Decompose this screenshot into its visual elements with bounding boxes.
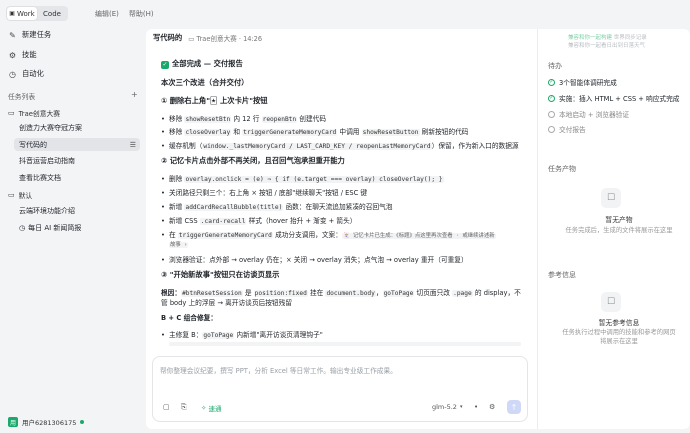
arrow-up-icon: ↑: [510, 402, 518, 412]
menu-edit[interactable]: 编辑(E): [95, 9, 119, 19]
folder-icon: ▭: [8, 109, 15, 117]
summary-heading: 本次三个改进（合并交付）: [161, 78, 249, 87]
paragraph: 管 body 上的浮层 → 离开访谈页后按钮残留: [161, 299, 292, 307]
tab-code[interactable]: Code: [37, 7, 67, 20]
section-1-heading: ① 删除右上角"🃏 上次卡片"按钮: [161, 96, 268, 105]
speed-mode-toggle[interactable]: ✧ 速通: [201, 403, 221, 413]
group-trae[interactable]: ▭ Trae创意大赛: [8, 108, 60, 118]
task-item[interactable]: 查看比赛文档: [19, 171, 137, 184]
task-item[interactable]: 抖音运营启动指南: [19, 154, 137, 167]
task-item[interactable]: 云端环境功能介绍: [19, 204, 137, 217]
settings-icon[interactable]: ⚙: [489, 403, 495, 411]
products-heading: 任务产物: [548, 165, 576, 173]
code-block-edge: [169, 342, 521, 346]
user-profile[interactable]: 用 用户6281306175: [8, 417, 85, 427]
empty-hint: 将展示在这里: [600, 338, 638, 345]
fix-heading: B + C 组合修复：: [161, 314, 218, 322]
add-task-icon[interactable]: +: [131, 90, 138, 99]
model-select[interactable]: glm-5.2 ▾: [432, 403, 462, 411]
status-dot-icon: [80, 420, 85, 424]
send-button[interactable]: ↑: [507, 400, 521, 414]
list-item: 移除 showResetBtn 内 12 行 reopenBtn 创建代码: [161, 113, 326, 123]
breadcrumb[interactable]: ▭ Trae创意大赛 · 14:26: [188, 33, 262, 43]
list-item: 在 triggerGenerateMemoryCard 成功分支调用，文案：🃏 …: [161, 229, 496, 239]
empty-hint: 任务执行过程中调用的技能和参考的网页: [562, 329, 676, 336]
section-2-heading: ② 记忆卡片点击外部不再关闭，且召回气泡承担重开能力: [161, 156, 345, 165]
task-item-active[interactable]: 写代码的 ☰: [14, 138, 140, 151]
todo-item: ✓ 实施：插入 HTML + CSS + 响应式完成: [548, 94, 680, 103]
nav-skills[interactable]: ⚙ 技能: [8, 50, 37, 60]
list-item: 新增 CSS .card-recall 样式（hover 抬升 + 渐变 + 箭…: [161, 215, 356, 225]
todo-item: 本地启动 + 浏览器验证: [548, 109, 629, 119]
todo-heading: 待办: [548, 62, 562, 70]
edit-icon: ✎: [9, 30, 16, 40]
sparkle-icon: ✧: [201, 404, 207, 412]
folder-icon: ▭: [8, 191, 15, 199]
empty-title: 暂无参考信息: [598, 319, 640, 327]
todo-item: ✓ 3个智能体调研完成: [548, 78, 617, 87]
mic-icon[interactable]: •: [474, 403, 478, 411]
group-default[interactable]: ▭ 默认: [8, 190, 32, 200]
message-input[interactable]: 帮你整理会议纪要，撰写 PPT，分析 Excel 等日常工作。输出专业级工作成果…: [160, 365, 397, 375]
list-item: 删除 overlay.onclick = (e) ⇒ { if (e.targe…: [161, 173, 444, 183]
folder-icon: ▭: [188, 35, 197, 43]
canvas-icon[interactable]: ▢: [163, 403, 170, 411]
chevron-down-icon: ▾: [459, 404, 463, 410]
list-item: 移除 closeOverlay 和 triggerGenerateMemoryC…: [161, 126, 468, 136]
page-title: 写代码的 ▭ Trae创意大赛 · 14:26: [153, 33, 263, 43]
circle-icon: [548, 125, 555, 133]
check-circle-icon: ✓: [548, 94, 555, 102]
refs-heading: 参考信息: [548, 271, 576, 279]
list-item: 缓存机制（window._lastMemoryCard / LAST_CARD_…: [161, 140, 519, 150]
nav-new-task[interactable]: ✎ 新建任务: [8, 30, 51, 40]
list-item: 新增 addCardRecallBubble(title) 函数：在聊天流追加紧…: [161, 201, 392, 211]
tab-work[interactable]: ▣ Work: [7, 7, 37, 20]
empty-hint: 任务完成后，生成的文件将展示在这里: [565, 227, 673, 234]
section-3-heading: ③ "开始新故事"按钮只在访谈页显示: [161, 270, 280, 279]
menu-help[interactable]: 帮助(H): [129, 9, 154, 19]
work-icon: ▣: [9, 10, 15, 17]
attach-icon[interactable]: ⎘: [181, 403, 187, 412]
task-item[interactable]: 创造力大赛夺冠方案: [19, 121, 137, 134]
check-circle-icon: ✓: [548, 78, 555, 86]
check-icon: ✓: [161, 61, 169, 69]
watermark: 兼容和你一起构建 世界同步记录 兼容和你一起看日出到日落天气: [568, 35, 647, 49]
list-item: 浏览器验证：点外部 → overlay 仍在；× 关闭 → overlay 消失…: [161, 254, 468, 264]
automation-icon: ◷: [9, 69, 16, 79]
list-item: 主修复 B：goToPage 内新增"离开访谈页清理钩子": [161, 329, 323, 339]
skill-icon: ⚙: [8, 50, 17, 60]
paragraph: 根因：#btnResetSession 是 position:fixed 挂在 …: [161, 289, 521, 297]
avatar: 用: [8, 417, 18, 427]
done-heading: ✓ 全部完成 — 交付报告: [161, 59, 243, 69]
task-list-label: 任务列表: [8, 93, 36, 101]
mode-switch[interactable]: ▣ Work Code: [6, 6, 68, 21]
empty-refs-icon: ☐: [601, 292, 621, 312]
list-item-continuation: 故事 ›: [169, 242, 189, 248]
nav-automation[interactable]: ◷ 自动化: [8, 69, 44, 79]
empty-box-icon: ☐: [601, 188, 621, 208]
list-item: 关闭路径只剩三个：右上角 × 按钮 / 底部"继续聊天"按钮 / ESC 键: [161, 187, 367, 197]
circle-icon: [548, 110, 555, 118]
task-item[interactable]: ◷ 每日 AI 新闻简报: [19, 221, 137, 234]
menu-bar: 编辑(E) 帮助(H): [95, 9, 154, 19]
todo-item: 交付报告: [548, 124, 586, 134]
empty-title: 暂无产物: [605, 216, 633, 224]
split-panel-icon[interactable]: ☰: [130, 141, 136, 149]
clock-icon: ◷: [19, 223, 26, 232]
